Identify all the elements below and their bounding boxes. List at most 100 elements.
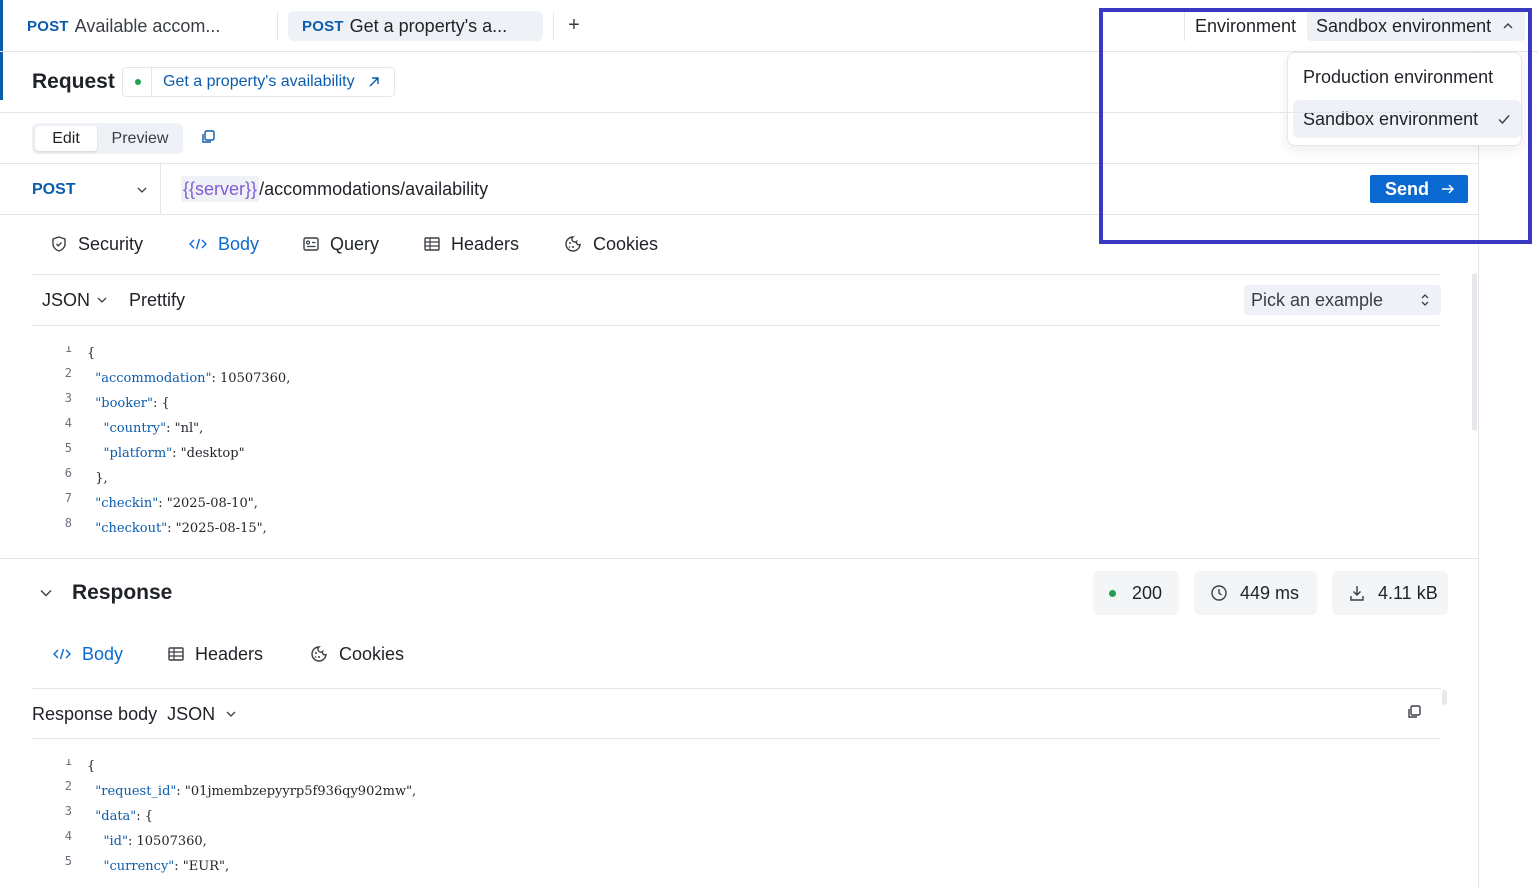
method-value: POST	[32, 181, 76, 198]
response-body-header: Response body JSON	[32, 702, 237, 726]
arrow-right-icon	[1442, 184, 1455, 194]
chevron-up-down-icon	[1421, 294, 1429, 306]
subtab-label: Headers	[451, 233, 520, 254]
subtab-label: Cookies	[593, 233, 659, 254]
divider	[0, 558, 1478, 559]
code-line: 8 "checkout": "2025-08-15",	[50, 516, 1150, 546]
environment-option-sandbox[interactable]: Sandbox environment	[1293, 100, 1521, 138]
tab-get-property-availability[interactable]: POST Get a property's a...	[288, 11, 543, 41]
response-size-badge: 4.11 kB	[1332, 571, 1448, 615]
divider	[32, 274, 1441, 275]
line-number: 4	[64, 416, 72, 430]
code-line: 7 "checkin": "2025-08-10",	[50, 491, 1150, 521]
pick-example-select[interactable]: Pick an example	[1244, 285, 1441, 315]
line-number: 2	[64, 779, 72, 793]
method-select[interactable]: POST	[32, 178, 152, 202]
subtab-label: Body	[218, 233, 260, 254]
request-scrollbar[interactable]	[1472, 273, 1477, 431]
chevron-down-icon[interactable]	[39, 586, 53, 600]
line-number: 1	[64, 346, 72, 355]
code-text: "currency": "EUR",	[103, 859, 230, 874]
code-text: "platform": "desktop"	[103, 446, 245, 461]
response-size: 4.11 kB	[1378, 582, 1438, 603]
tab-method: POST	[302, 17, 344, 35]
response-subtab-headers[interactable]: Headers	[167, 642, 263, 666]
code-text: {	[87, 346, 96, 361]
line-number: 2	[64, 366, 72, 380]
response-body-viewer[interactable]: 1{2 "request_id": "01jmembzepyyrp5f936qy…	[50, 759, 1150, 888]
environment-option-label: Production environment	[1303, 66, 1494, 87]
download-icon	[1350, 586, 1364, 601]
response-time-badge: 449 ms	[1194, 571, 1317, 615]
table-icon	[424, 237, 440, 251]
chevron-down-icon	[97, 297, 107, 303]
tab-preview[interactable]: Preview	[102, 126, 178, 151]
prettify-button[interactable]: Prettify	[129, 288, 185, 312]
code-line: 5 "platform": "desktop"	[50, 441, 1150, 471]
code-icon	[189, 238, 207, 250]
tab-separator	[553, 12, 554, 40]
url-path: /accommodations/availability	[259, 178, 489, 199]
response-format-select[interactable]: JSON	[167, 704, 237, 725]
line-number: 5	[64, 854, 72, 868]
subtab-headers[interactable]: Headers	[423, 232, 519, 256]
chevron-down-icon	[137, 187, 147, 193]
line-number: 8	[64, 516, 72, 530]
line-number: 7	[64, 491, 72, 505]
tab-edit[interactable]: Edit	[35, 126, 97, 151]
request-body-editor[interactable]: 1{2 "accommodation": 10507360, 3 "booker"…	[50, 346, 1150, 554]
tab-method: POST	[27, 17, 69, 35]
environment-label: Environment	[1184, 11, 1296, 41]
subtab-cookies[interactable]: Cookies	[563, 232, 658, 256]
external-link-icon	[369, 77, 379, 87]
tab-available-accommodations[interactable]: POST Available accom...	[13, 11, 234, 41]
response-subtab-body[interactable]: Body	[52, 642, 123, 666]
pick-example-label: Pick an example	[1251, 289, 1384, 310]
send-button[interactable]: Send	[1370, 175, 1468, 203]
url-server-variable: {{server}}	[181, 176, 260, 202]
query-params-icon	[303, 237, 319, 251]
environment-option-production[interactable]: Production environment	[1293, 58, 1521, 96]
chevron-down-icon	[226, 711, 236, 717]
environment-select[interactable]: Sandbox environment	[1307, 11, 1525, 41]
subtab-label: Query	[330, 233, 380, 254]
code-text: {	[87, 759, 96, 774]
response-title: Response	[72, 581, 173, 604]
tab-separator	[277, 12, 278, 40]
divider	[0, 214, 1478, 215]
response-scrollbar[interactable]	[1442, 690, 1447, 705]
code-text: "accommodation": 10507360,	[95, 371, 291, 386]
copy-icon[interactable]	[1406, 704, 1422, 720]
body-format-select[interactable]: JSON	[42, 288, 108, 312]
subtab-query[interactable]: Query	[302, 232, 379, 256]
table-icon	[168, 647, 184, 661]
line-number: 5	[64, 441, 72, 455]
chevron-up-icon	[1503, 23, 1513, 29]
status-badge: 200	[1093, 571, 1179, 615]
subtab-label: Headers	[195, 643, 264, 664]
subtab-body[interactable]: Body	[188, 232, 259, 256]
response-body-label: Response body	[32, 703, 158, 724]
subtab-label: Cookies	[339, 643, 405, 664]
code-text: },	[87, 471, 108, 486]
add-tab-button[interactable]: +	[563, 13, 585, 37]
code-line: 5 "currency": "EUR",	[50, 854, 1150, 884]
url-input[interactable]: {{server}} /accommodations/availability	[181, 176, 488, 202]
cookie-icon	[311, 646, 327, 662]
code-text: "booker": {	[95, 396, 170, 411]
operation-link[interactable]: Get a property's availability	[122, 67, 395, 97]
response-time: 449 ms	[1240, 582, 1300, 603]
code-line: 1{	[50, 346, 1150, 371]
edit-preview-toggle: Edit Preview	[32, 123, 183, 154]
panel-divider	[1478, 50, 1479, 888]
subtab-security[interactable]: Security	[50, 232, 143, 256]
divider	[32, 325, 1441, 326]
divider	[32, 688, 1441, 689]
code-line: 3 "data": {	[50, 804, 1150, 834]
code-text: "country": "nl",	[103, 421, 204, 436]
status-code: 200	[1132, 582, 1163, 603]
request-title: Request	[32, 70, 115, 93]
cookie-icon	[565, 236, 581, 252]
response-subtab-cookies[interactable]: Cookies	[309, 642, 404, 666]
copy-icon[interactable]	[200, 129, 216, 145]
